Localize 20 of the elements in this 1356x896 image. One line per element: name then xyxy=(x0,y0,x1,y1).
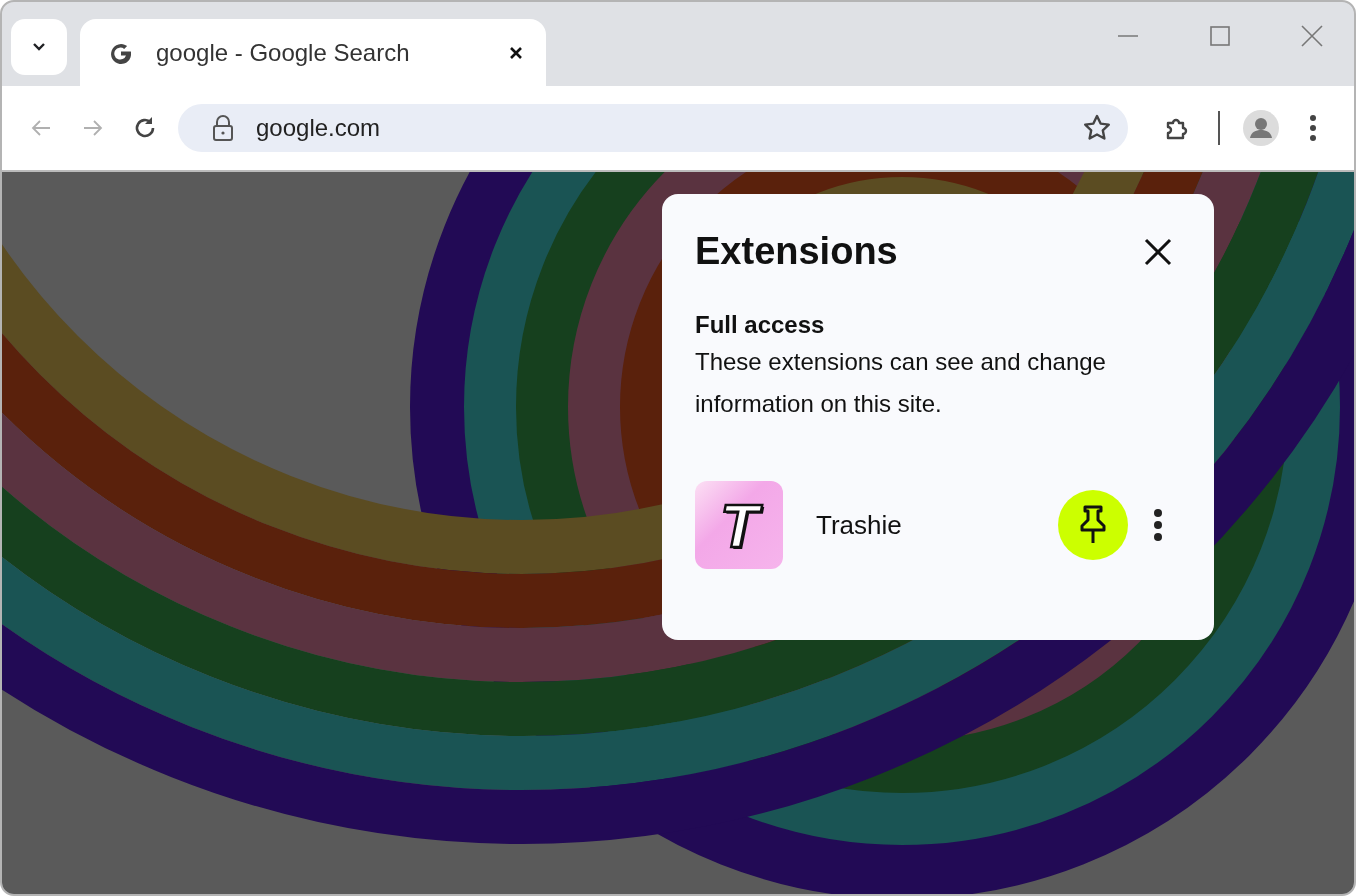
chevron-down-icon xyxy=(31,42,47,52)
popup-title: Extensions xyxy=(695,230,898,273)
close-icon xyxy=(1143,236,1173,267)
avatar-icon xyxy=(1242,109,1280,147)
tab-title: google - Google Search xyxy=(156,38,411,67)
url-text: google.com xyxy=(256,114,382,142)
close-icon xyxy=(509,45,523,60)
close-icon xyxy=(1301,25,1323,47)
minimize-icon xyxy=(1117,35,1139,37)
section-description: These extensions can see and change information on this site. xyxy=(695,347,1107,419)
maximize-icon xyxy=(1209,25,1231,47)
bookmark-star-icon[interactable] xyxy=(1082,113,1112,143)
section-title: Full access xyxy=(695,311,826,339)
extension-name: Trashie xyxy=(816,509,903,541)
lock-icon xyxy=(212,114,234,142)
browser-tab[interactable]: google - Google Search xyxy=(80,19,546,86)
extension-logo: T xyxy=(695,481,783,569)
more-vertical-icon xyxy=(1153,508,1163,542)
address-bar[interactable]: google.com xyxy=(178,104,1128,152)
more-vertical-icon xyxy=(1309,114,1317,142)
